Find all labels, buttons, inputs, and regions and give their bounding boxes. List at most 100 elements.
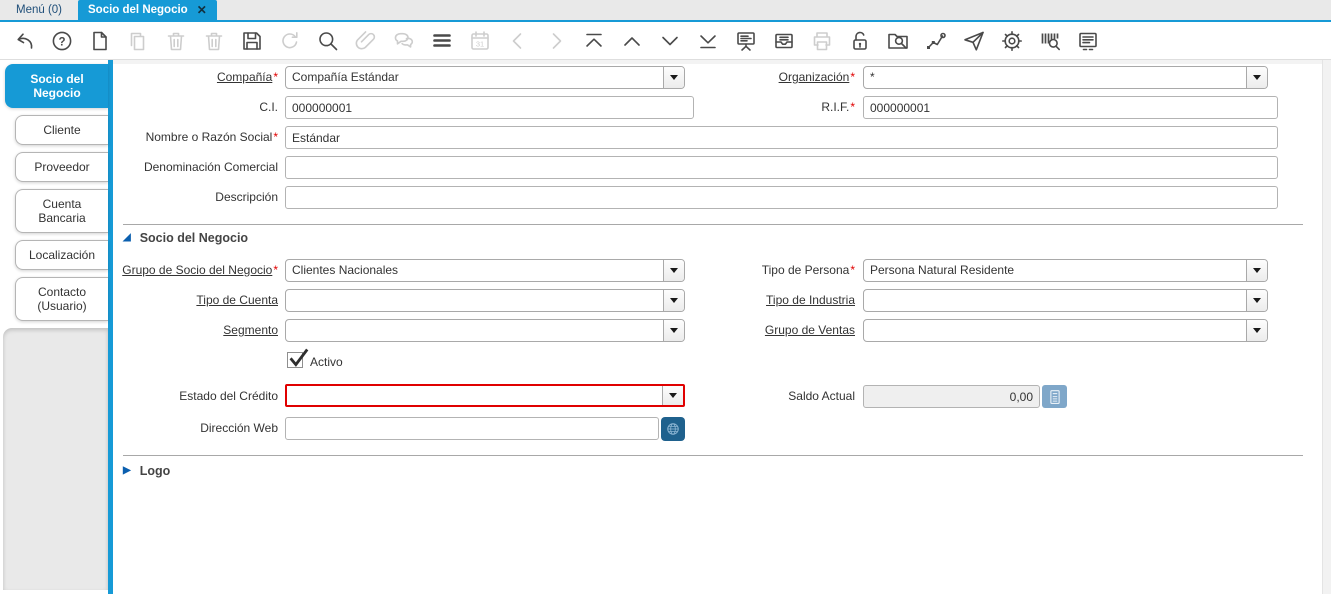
- vertical-scrollbar[interactable]: [1322, 60, 1331, 594]
- section-separator: [123, 224, 1303, 225]
- direccion-web-input[interactable]: [285, 417, 659, 440]
- share-icon[interactable]: [961, 28, 986, 53]
- section-separator: [123, 455, 1303, 456]
- tipo-cuenta-combo[interactable]: [285, 289, 685, 312]
- panel-top-strip: [113, 60, 1323, 64]
- help-icon[interactable]: ?: [49, 28, 74, 53]
- tab-socio-del-negocio[interactable]: Socio del Negocio ✕: [78, 0, 217, 20]
- rif-label: R.I.F.*: [821, 100, 855, 114]
- form-panel: Compañía* Compañía Estándar Organización…: [113, 60, 1331, 594]
- grupo-socio-label[interactable]: Grupo de Socio del Negocio*: [113, 263, 278, 277]
- tipo-cuenta-value: [286, 290, 663, 311]
- globe-icon: [667, 423, 679, 435]
- sidebar-tab-contacto-usuario[interactable]: Contacto (Usuario): [15, 277, 108, 321]
- tipo-industria-combo[interactable]: [863, 289, 1268, 312]
- sidebar-tab-socio-del-negocio[interactable]: Socio del Negocio: [5, 64, 108, 108]
- estado-credito-combo[interactable]: [285, 384, 685, 407]
- workflow-icon[interactable]: [923, 28, 948, 53]
- grupo-socio-combo[interactable]: Clientes Nacionales: [285, 259, 685, 282]
- tipo-industria-value: [864, 290, 1246, 311]
- tipo-persona-value: Persona Natural Residente: [870, 263, 1015, 277]
- descripcion-input[interactable]: [285, 186, 1278, 209]
- chat-icon: [391, 28, 416, 53]
- new-record-icon[interactable]: [87, 28, 112, 53]
- grupo-ventas-label[interactable]: Grupo de Ventas: [695, 323, 855, 337]
- organizacion-combo[interactable]: *: [863, 66, 1268, 89]
- copy-record-icon: [125, 28, 150, 53]
- sidebar-tab-cliente[interactable]: Cliente: [15, 115, 108, 145]
- section-socio-del-negocio[interactable]: ◢ Socio del Negocio: [123, 231, 248, 245]
- section-collapsed-icon[interactable]: ▶: [123, 466, 131, 476]
- organizacion-label[interactable]: Organización*: [695, 70, 855, 84]
- calendar-icon: 31: [467, 28, 492, 53]
- compania-combo[interactable]: Compañía Estándar: [285, 66, 685, 89]
- delete-record-icon: [163, 28, 188, 53]
- previous-record-icon[interactable]: [619, 28, 644, 53]
- activo-label: Activo: [310, 355, 343, 369]
- sidebar-tab-localizacion[interactable]: Localización: [15, 240, 108, 270]
- calculator-button[interactable]: [1042, 385, 1067, 408]
- toolbar: ? 31: [0, 22, 1331, 60]
- segmento-value: [286, 320, 663, 341]
- sidebar-tab-strip: Socio del Negocio Cliente Proveedor Cuenta …: [0, 64, 108, 590]
- undo-icon[interactable]: [11, 28, 36, 53]
- segmento-label[interactable]: Segmento: [113, 323, 278, 337]
- close-icon[interactable]: ✕: [197, 0, 207, 20]
- active-tab-label: Socio del Negocio: [88, 4, 188, 16]
- organizacion-value: *: [870, 70, 875, 84]
- estado-credito-dropdown-icon[interactable]: [662, 386, 683, 405]
- tipo-persona-combo[interactable]: Persona Natural Residente: [863, 259, 1268, 282]
- denominacion-input[interactable]: [285, 156, 1278, 179]
- web-button[interactable]: [661, 417, 685, 441]
- first-record-icon[interactable]: [581, 28, 606, 53]
- parent-record-icon: [505, 28, 530, 53]
- tipo-persona-dropdown-icon[interactable]: [1246, 260, 1267, 281]
- tipo-cuenta-dropdown-icon[interactable]: [663, 290, 684, 311]
- next-record-icon[interactable]: [657, 28, 682, 53]
- preferences-icon[interactable]: [999, 28, 1024, 53]
- product-info-icon[interactable]: [1037, 28, 1062, 53]
- segmento-combo[interactable]: [285, 319, 685, 342]
- organizacion-dropdown-icon[interactable]: [1246, 67, 1267, 88]
- svg-text:?: ?: [58, 36, 65, 48]
- zoom-across-icon[interactable]: [885, 28, 910, 53]
- nombre-input[interactable]: [285, 126, 1278, 149]
- nombre-label: Nombre o Razón Social*: [145, 130, 278, 144]
- grupo-ventas-dropdown-icon[interactable]: [1246, 320, 1267, 341]
- calculator-icon: [1049, 389, 1060, 404]
- lock-icon[interactable]: [847, 28, 872, 53]
- sidebar-tab-proveedor[interactable]: Proveedor: [15, 152, 108, 182]
- grupo-ventas-combo[interactable]: [863, 319, 1268, 342]
- quick-form-icon[interactable]: [1075, 28, 1100, 53]
- ci-input[interactable]: [285, 96, 694, 119]
- tipo-industria-label[interactable]: Tipo de Industria: [695, 293, 855, 307]
- compania-dropdown-icon[interactable]: [663, 67, 684, 88]
- app-window: Menú (0) Socio del Negocio ✕ ? 31 Socio d…: [0, 0, 1331, 594]
- section-expanded-icon[interactable]: ◢: [123, 233, 131, 243]
- attachment-icon: [353, 28, 378, 53]
- estado-credito-label: Estado del Crédito: [179, 389, 278, 403]
- sidebar-tab-cuenta-bancaria[interactable]: Cuenta Bancaria: [15, 189, 108, 233]
- tab-menu[interactable]: Menú (0): [0, 0, 78, 20]
- tipo-industria-dropdown-icon[interactable]: [1246, 290, 1267, 311]
- segmento-dropdown-icon[interactable]: [663, 320, 684, 341]
- find-icon[interactable]: [315, 28, 340, 53]
- compania-label[interactable]: Compañía*: [113, 70, 278, 84]
- tipo-cuenta-label[interactable]: Tipo de Cuenta: [113, 293, 278, 307]
- compania-value: Compañía Estándar: [292, 70, 399, 84]
- activo-checkbox[interactable]: [287, 348, 309, 368]
- section-logo[interactable]: ▶ Logo: [123, 464, 170, 478]
- saldo-actual-label: Saldo Actual: [788, 389, 855, 403]
- last-record-icon[interactable]: [695, 28, 720, 53]
- desktop-tabbar: Menú (0) Socio del Negocio ✕: [0, 0, 1331, 22]
- tipo-persona-label: Tipo de Persona*: [761, 263, 855, 277]
- saldo-actual-input: [863, 385, 1040, 408]
- archive-icon[interactable]: [771, 28, 796, 53]
- detail-record-icon: [543, 28, 568, 53]
- delete-selection-icon: [201, 28, 226, 53]
- grupo-socio-dropdown-icon[interactable]: [663, 260, 684, 281]
- rif-input[interactable]: [863, 96, 1278, 119]
- report-icon[interactable]: [733, 28, 758, 53]
- grid-toggle-icon[interactable]: [429, 28, 454, 53]
- save-icon[interactable]: [239, 28, 264, 53]
